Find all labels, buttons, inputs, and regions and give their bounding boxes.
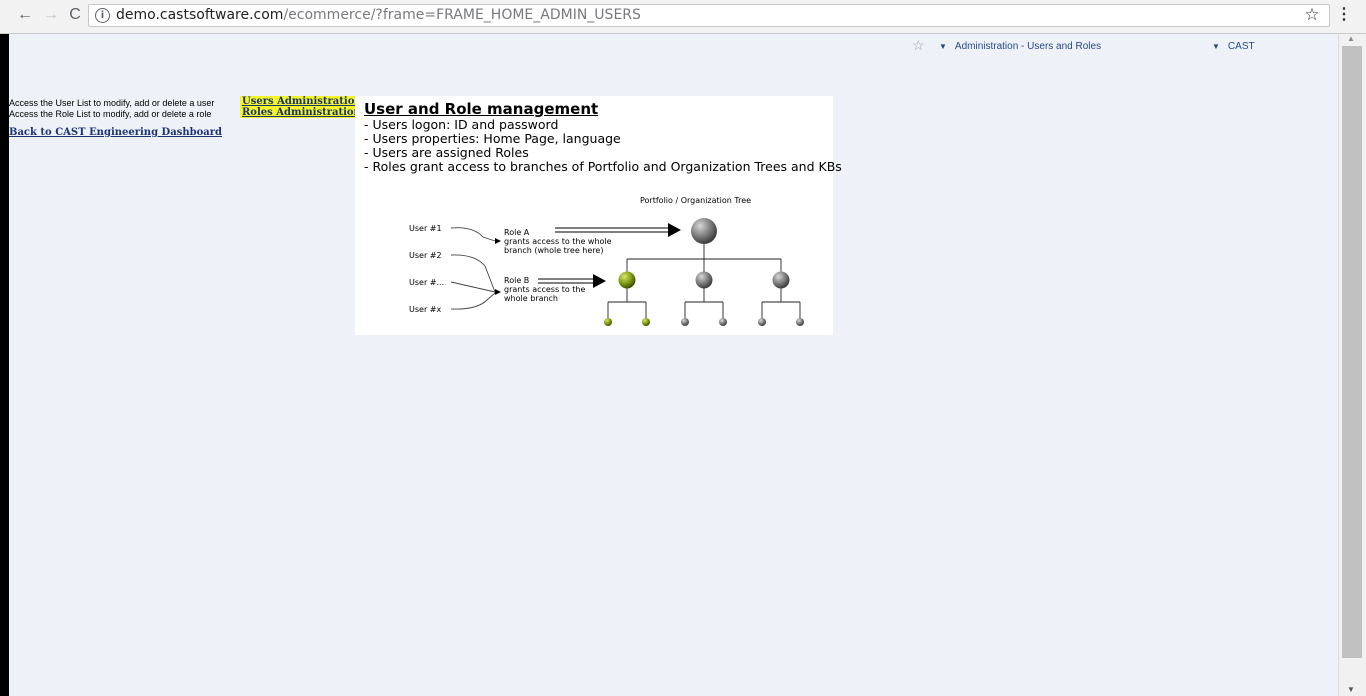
leaf-node <box>719 318 727 326</box>
info-panel: User and Role management - Users logon: … <box>355 96 842 335</box>
bookmark-star-icon[interactable]: ☆ <box>1300 4 1324 26</box>
back-to-dashboard-link[interactable]: Back to CAST Engineering Dashboard <box>9 127 222 138</box>
page-content: ☆ ▼ Administration - Users and Roles ▼ CAS… <box>0 34 1338 696</box>
role-tree-diagram: Portfolio / Organization Tree User #1 Us… <box>409 196 804 326</box>
leaf-node-highlighted <box>604 318 612 326</box>
leaf-node <box>796 318 804 326</box>
user-label: User #... <box>409 278 444 287</box>
leaf-node <box>681 318 689 326</box>
user-label: User #1 <box>409 224 442 233</box>
branch-node-highlighted <box>618 271 636 289</box>
root-node <box>691 218 717 244</box>
roles-administration-link[interactable]: Roles Administration <box>240 107 363 118</box>
scroll-thumb[interactable] <box>1342 46 1362 658</box>
roles-description: Access the Role List to modify, add or d… <box>9 109 212 119</box>
users-administration-link[interactable]: Users Administration <box>240 96 364 107</box>
triangle-down-icon: ▼ <box>939 42 947 51</box>
role-a-desc: branch (whole tree here) <box>504 246 603 255</box>
vertical-scrollbar[interactable]: ▲ ▼ <box>1338 34 1366 696</box>
branch-node <box>695 271 713 289</box>
leaf-node <box>758 318 766 326</box>
branch-node <box>772 271 790 289</box>
triangle-down-icon: ▼ <box>1212 42 1220 51</box>
small-arrowheads <box>495 238 501 295</box>
reload-icon[interactable]: C <box>64 4 86 26</box>
cast-dropdown-label: CAST <box>1227 41 1255 52</box>
user-label: User #x <box>409 305 441 314</box>
admin-dropdown[interactable]: ▼ Administration - Users and Roles <box>939 41 1101 52</box>
role-a-desc: grants access to the whole <box>504 237 612 246</box>
role-b-title: Role B <box>504 276 529 285</box>
role-b-desc: whole branch <box>504 294 558 303</box>
leaf-node-highlighted <box>642 318 650 326</box>
admin-dropdown-label: Administration - Users and Roles <box>954 41 1102 52</box>
scroll-up-arrow-icon[interactable]: ▲ <box>1347 34 1355 43</box>
cast-dropdown[interactable]: ▼ CAST <box>1212 41 1255 52</box>
users-description: Access the User List to modify, add or d… <box>9 98 215 108</box>
browser-menu-icon[interactable]: ⋮ <box>1334 4 1354 26</box>
tree-label: Portfolio / Organization Tree <box>640 196 751 205</box>
url-text[interactable]: demo.castsoftware.com/ecommerce/?frame=F… <box>116 7 641 23</box>
favorite-star-icon[interactable]: ☆ <box>912 37 925 54</box>
browser-toolbar: ← → C i demo.castsoftware.com/ecommerce/… <box>0 0 1366 34</box>
forward-arrow-icon[interactable]: → <box>40 4 62 26</box>
scroll-down-arrow-icon[interactable]: ▼ <box>1347 685 1355 694</box>
address-bar[interactable]: i demo.castsoftware.com/ecommerce/?frame… <box>88 4 1330 27</box>
role-a-arrow <box>555 223 681 237</box>
role-b-desc: grants access to the <box>504 285 585 294</box>
user-connector-lines <box>450 227 496 310</box>
role-a-title: Role A <box>504 228 530 237</box>
info-icon[interactable]: i <box>95 8 110 23</box>
back-arrow-icon[interactable]: ← <box>14 4 36 26</box>
user-label: User #2 <box>409 251 442 260</box>
